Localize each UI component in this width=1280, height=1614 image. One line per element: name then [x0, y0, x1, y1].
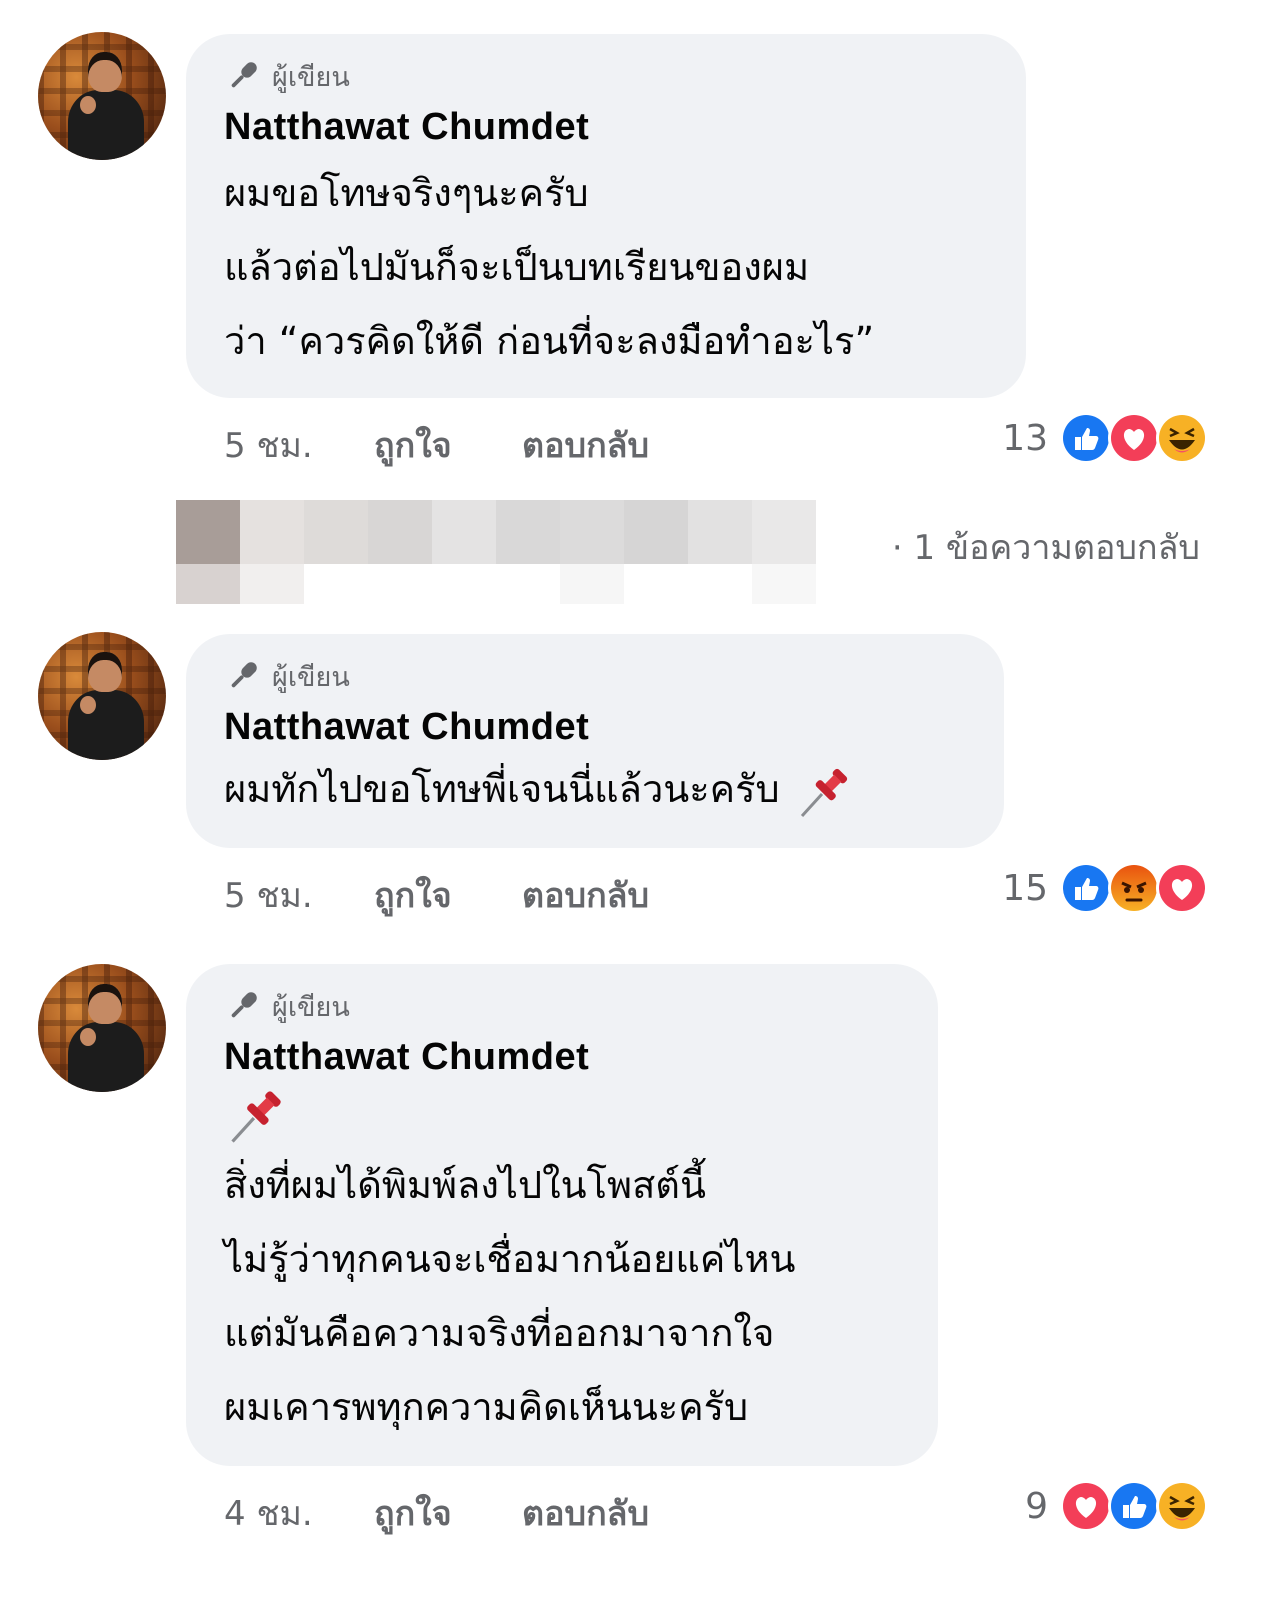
- comment-text-line: แต่มันคือความจริงที่ออกมาจากใจ: [224, 1311, 775, 1355]
- comment-actions: 5 ชม. ถูกใจ ตอบกลับ: [224, 418, 649, 472]
- reply-preview-blurred[interactable]: [176, 500, 836, 604]
- like-button[interactable]: ถูกใจ: [374, 418, 522, 472]
- comment-text-line: แล้วต่อไปมันก็จะเป็นบทเรียนของผม: [224, 245, 810, 289]
- comment-text-line: ว่า “ควรคิดให้ดี ก่อนที่จะลงมือทำอะไร”: [224, 319, 875, 363]
- comment-text-line: ผมเคารพทุกความคิดเห็นนะครับ: [224, 1385, 749, 1429]
- reaction-count: 13: [1002, 417, 1048, 459]
- love-icon: [1060, 1480, 1112, 1532]
- comment-text-line: สิ่งที่ผมได้พิมพ์ลงไปในโพสต์นี้: [224, 1163, 706, 1207]
- comment-3: ผู้เขียน Natthawat Chumdet สิ่งที่ผมได้พ…: [0, 950, 1280, 1610]
- love-icon: [1156, 862, 1208, 914]
- like-icon: [1060, 862, 1112, 914]
- author-badge-label: ผู้เขียน: [272, 991, 350, 1023]
- author-badge: ผู้เขียน: [224, 656, 964, 696]
- comment-text: ผมทักไปขอโทษพี่เจนนี่แล้วนะครับ: [224, 767, 780, 811]
- reaction-summary[interactable]: 13: [1002, 412, 1208, 464]
- author-badge: ผู้เขียน: [224, 986, 898, 1026]
- reaction-count: 15: [1002, 867, 1048, 909]
- comment-2: ผู้เขียน Natthawat Chumdet ผมทักไปขอโทษพ…: [0, 620, 1280, 940]
- comment-bubble: ผู้เขียน Natthawat Chumdet ผมทักไปขอโทษพ…: [186, 634, 1004, 848]
- reaction-count: 9: [1025, 1485, 1048, 1527]
- author-badge: ผู้เขียน: [224, 56, 986, 96]
- comment-1: ผู้เขียน Natthawat Chumdet ผมขอโทษจริงๆน…: [0, 0, 1280, 480]
- reaction-summary[interactable]: 15: [1002, 862, 1208, 914]
- angry-icon: [1108, 862, 1160, 914]
- microphone-icon: [231, 662, 257, 688]
- love-icon: [1108, 412, 1160, 464]
- comment-text-line: ผมขอโทษจริงๆนะครับ: [224, 171, 589, 215]
- reply-button[interactable]: ตอบกลับ: [522, 1486, 649, 1540]
- author-name[interactable]: Natthawat Chumdet: [224, 1034, 898, 1080]
- timestamp[interactable]: 5 ชม.: [224, 868, 374, 922]
- timestamp[interactable]: 5 ชม.: [224, 418, 374, 472]
- microphone-icon: [231, 992, 257, 1018]
- avatar[interactable]: [38, 964, 166, 1092]
- comment-text-line: ผมทักไปขอโทษพี่เจนนี่แล้วนะครับ: [224, 752, 964, 826]
- timestamp[interactable]: 4 ชม.: [224, 1486, 374, 1540]
- reply-button[interactable]: ตอบกลับ: [522, 418, 649, 472]
- comment-bubble: ผู้เขียน Natthawat Chumdet ผมขอโทษจริงๆน…: [186, 34, 1026, 398]
- author-name[interactable]: Natthawat Chumdet: [224, 104, 986, 150]
- comment-actions: 5 ชม. ถูกใจ ตอบกลับ: [224, 868, 649, 922]
- like-button[interactable]: ถูกใจ: [374, 868, 522, 922]
- comment-actions: 4 ชม. ถูกใจ ตอบกลับ: [224, 1486, 649, 1540]
- haha-icon: [1156, 412, 1208, 464]
- pushpin-icon: [800, 768, 847, 817]
- like-button[interactable]: ถูกใจ: [374, 1486, 522, 1540]
- comment-text-line: ไม่รู้ว่าทุกคนจะเชื่อมากน้อยแค่ไหน: [224, 1237, 796, 1281]
- author-badge-label: ผู้เขียน: [272, 61, 350, 93]
- like-icon: [1108, 1480, 1160, 1532]
- like-icon: [1060, 412, 1112, 464]
- avatar[interactable]: [38, 632, 166, 760]
- avatar[interactable]: [38, 32, 166, 160]
- microphone-icon: [231, 62, 257, 88]
- comment-bubble: ผู้เขียน Natthawat Chumdet สิ่งที่ผมได้พ…: [186, 964, 938, 1466]
- haha-icon: [1156, 1480, 1208, 1532]
- pushpin-icon: [231, 1091, 281, 1143]
- author-badge-label: ผู้เขียน: [272, 661, 350, 693]
- author-name[interactable]: Natthawat Chumdet: [224, 704, 964, 750]
- view-replies-link[interactable]: · 1 ข้อความตอบกลับ: [892, 520, 1200, 574]
- reply-button[interactable]: ตอบกลับ: [522, 868, 649, 922]
- reaction-summary[interactable]: 9: [1025, 1480, 1208, 1532]
